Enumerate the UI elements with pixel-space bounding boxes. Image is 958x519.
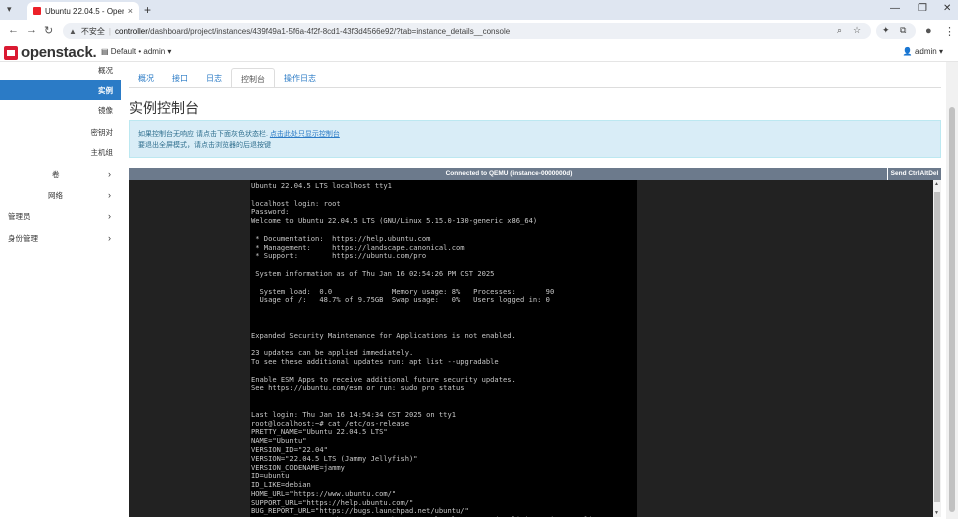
- terminal-line: PRETTY_NAME="Ubuntu 22.04.5 LTS": [251, 427, 388, 437]
- sidebar-item-label: 密钥对: [90, 127, 114, 137]
- sidebar-item-volumes[interactable]: 卷 ›: [0, 164, 121, 184]
- tabs-divider: [129, 87, 941, 88]
- terminal-line: Expanded Security Maintenance for Applic…: [251, 330, 516, 340]
- console-frame[interactable]: Ubuntu 22.04.5 LTS localhost tty1 localho…: [129, 180, 933, 517]
- url-text[interactable]: controller/dashboard/project/instances/4…: [115, 27, 510, 36]
- sidebar-item-label: 镜像: [98, 105, 113, 115]
- console-only-link[interactable]: 点击此处只显示控制台: [270, 131, 340, 138]
- logo-text: openstack.: [21, 44, 97, 61]
- browser-tab[interactable]: Ubuntu 22.04.5 - OpenStack ×: [27, 2, 139, 20]
- sidebar-item-keypairs[interactable]: 密钥对: [0, 122, 121, 142]
- puzzle-icon[interactable]: ⧉: [900, 25, 906, 36]
- not-secure-icon[interactable]: ▲: [69, 27, 77, 36]
- tab-overview[interactable]: 概况: [129, 68, 163, 88]
- info-text-2: 要退出全屏模式，请点击浏览器的后退按键: [138, 142, 271, 149]
- new-tab-button[interactable]: +: [144, 3, 151, 17]
- sidebar-item-label: 网络: [48, 190, 63, 200]
- browser-tab-strip: ▾ Ubuntu 22.04.5 - OpenStack × + — ❐ ✕: [0, 0, 958, 20]
- terminal-line: System information as of Thu Jan 16 02:5…: [251, 268, 495, 278]
- forward-icon[interactable]: →: [26, 24, 37, 36]
- terminal-line: localhost login: root: [251, 198, 341, 208]
- menu-icon[interactable]: ⋮: [944, 25, 955, 38]
- url-input[interactable]: ▲ 不安全 | controller/dashboard/project/ins…: [63, 23, 871, 39]
- user-menu[interactable]: 👤 admin ▾: [903, 47, 943, 56]
- sidebar-item-label: 管理员: [8, 211, 31, 221]
- back-icon[interactable]: ←: [8, 24, 19, 36]
- sidebar-item-label: 实例: [98, 85, 113, 95]
- terminal-line: Welcome to Ubuntu 22.04.5 LTS (GNU/Linux…: [251, 216, 538, 226]
- sidebar: 概况 实例 镜像 密钥对 主机组 卷 › 网络 › 管理员 › 身份管理 ›: [0, 62, 121, 519]
- terminal-line: See https://ubuntu.com/esm or run: sudo …: [251, 383, 465, 393]
- terminal-line: PRIVACY_POLICY_URL="https://www.ubuntu.c…: [250, 515, 637, 517]
- reload-icon[interactable]: ↻: [44, 24, 53, 37]
- chevron-right-icon: ›: [108, 190, 111, 200]
- page-title: 实例控制台: [129, 100, 199, 116]
- sidebar-item-overview[interactable]: 概况: [0, 60, 121, 80]
- sidebar-item-instances[interactable]: 实例: [0, 80, 121, 100]
- console-status-bar[interactable]: Connected to QEMU (instance-0000000d) Se…: [129, 168, 941, 180]
- chevron-right-icon: ›: [108, 169, 111, 179]
- sidebar-item-label: 身份管理: [8, 233, 38, 243]
- send-ctrl-alt-del-button[interactable]: Send CtrlAltDel: [887, 168, 941, 180]
- tab-log[interactable]: 日志: [197, 68, 231, 88]
- close-window-icon[interactable]: ✕: [943, 3, 951, 14]
- chevron-right-icon: ›: [108, 211, 111, 221]
- openstack-header: openstack. ▤ Default • admin ▾ 👤 admin ▾: [0, 42, 958, 62]
- main-content: 概况 接口 日志 控制台 操作日志 实例控制台 如果控制台无响应 请点击下面灰色…: [121, 62, 958, 519]
- scroll-down-icon[interactable]: ▼: [934, 510, 939, 516]
- terminal-line: Usage of /: 48.7% of 9.75GB Swap usage: …: [251, 295, 550, 305]
- chevron-right-icon: ›: [108, 233, 111, 243]
- terminal-screen[interactable]: Ubuntu 22.04.5 LTS localhost tty1 localho…: [250, 180, 637, 517]
- openstack-logo[interactable]: openstack.: [4, 44, 97, 61]
- console-scroll-thumb[interactable]: [934, 192, 940, 502]
- page-scrollbar[interactable]: [946, 62, 958, 519]
- terminal-line: * Support: https://ubuntu.com/pro: [251, 251, 427, 261]
- browser-tab-title: Ubuntu 22.04.5 - OpenStack: [45, 6, 124, 16]
- console-scrollbar[interactable]: ▲ ▼: [933, 180, 941, 517]
- terminal-line: To see these additional updates run: apt…: [251, 356, 499, 366]
- page-scroll-thumb[interactable]: [949, 107, 955, 512]
- sidebar-item-label: 主机组: [90, 147, 114, 157]
- star-icon[interactable]: ☆: [853, 25, 861, 36]
- sidebar-item-images[interactable]: 镜像: [0, 100, 121, 120]
- console-status-text: Connected to QEMU (instance-0000000d): [445, 170, 573, 177]
- tab-console[interactable]: 控制台: [231, 68, 275, 88]
- address-bar-row: ← → ↻ ▲ 不安全 | controller/dashboard/proje…: [0, 20, 958, 42]
- profile-icon[interactable]: ●: [925, 25, 932, 37]
- scroll-up-icon[interactable]: ▲: [934, 181, 939, 187]
- openstack-favicon-icon: [33, 7, 41, 15]
- tab-action-log[interactable]: 操作日志: [275, 68, 325, 88]
- not-secure-label[interactable]: 不安全: [81, 26, 105, 37]
- terminal-line: VERSION_CODENAME=jammy: [251, 462, 345, 472]
- openstack-logo-icon: [4, 45, 18, 60]
- tab-list-icon[interactable]: ▾: [7, 4, 12, 15]
- info-text-1: 如果控制台无响应 请点击下面灰色状态栏.: [138, 131, 268, 138]
- sidebar-item-admin[interactable]: 管理员 ›: [0, 206, 121, 226]
- sidebar-item-identity[interactable]: 身份管理 ›: [0, 228, 121, 248]
- sidebar-item-server-groups[interactable]: 主机组: [0, 142, 121, 162]
- instance-tabs: 概况 接口 日志 控制台 操作日志: [129, 68, 325, 88]
- zoom-icon[interactable]: ⌕: [837, 25, 842, 36]
- sidebar-item-label: 卷: [52, 169, 60, 179]
- tab-interfaces[interactable]: 接口: [163, 68, 197, 88]
- project-selector[interactable]: ▤ Default • admin ▾: [101, 47, 171, 56]
- extensions-area: ✦ ⧉: [876, 23, 916, 39]
- maximize-icon[interactable]: ❐: [918, 3, 927, 14]
- extension-icon[interactable]: ✦: [882, 25, 890, 36]
- sidebar-item-network[interactable]: 网络 ›: [0, 185, 121, 205]
- terminal-line: Ubuntu 22.04.5 LTS localhost tty1: [251, 181, 392, 190]
- sidebar-item-label: 概况: [98, 65, 113, 75]
- tab-close-icon[interactable]: ×: [128, 6, 133, 16]
- minimize-icon[interactable]: —: [890, 3, 900, 14]
- info-alert: 如果控制台无响应 请点击下面灰色状态栏. 点击此处只显示控制台 要退出全屏模式，…: [129, 120, 941, 158]
